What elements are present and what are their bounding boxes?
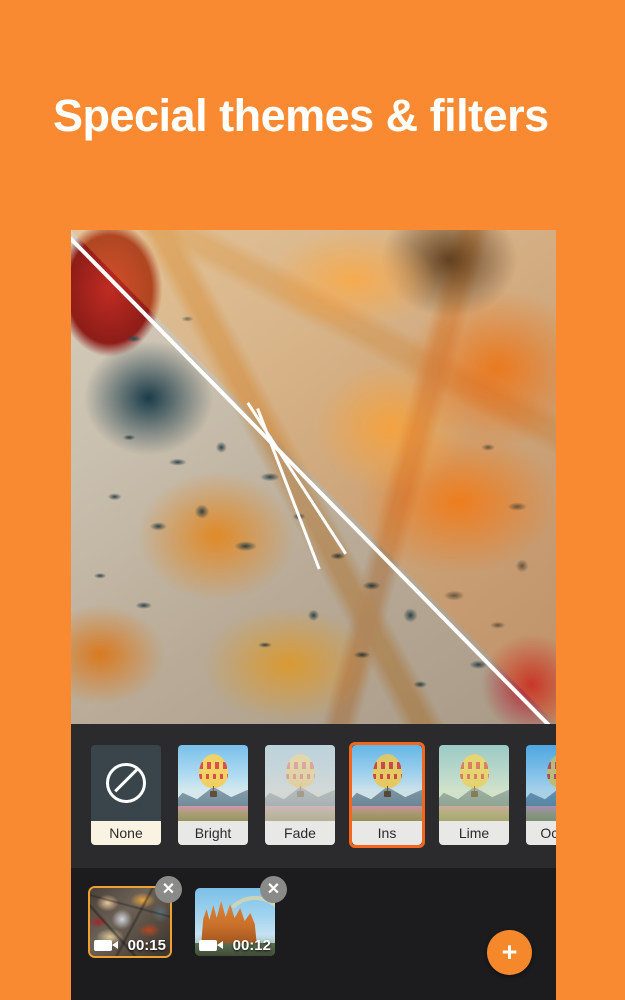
filter-grade-overlay <box>439 745 509 821</box>
video-preview[interactable] <box>71 230 556 724</box>
video-editor-app: None Bright Fade Ins Lime O 00:15 ✕ 00:1… <box>71 230 556 1000</box>
clip-duration: 00:15 <box>127 937 166 954</box>
filter-label: Ins <box>352 821 422 845</box>
filter-thumbnail <box>352 745 422 821</box>
filter-label: Lime <box>439 821 509 845</box>
filter-label: None <box>91 821 161 845</box>
clip-timeline[interactable]: 00:15 ✕ 00:12 ✕ + <box>71 868 556 1000</box>
promo-screen: Special themes & filters None Bright Fad… <box>0 0 625 1000</box>
filter-thumbnail <box>265 745 335 821</box>
clip-duration: 00:12 <box>232 937 271 954</box>
filter-thumbnail <box>439 745 509 821</box>
clip-remove-button[interactable]: ✕ <box>155 876 182 903</box>
filter-grade-overlay <box>526 745 556 821</box>
filter-item-ins[interactable]: Ins <box>349 742 425 848</box>
clip-item[interactable]: 00:15 ✕ <box>88 876 182 958</box>
clip-remove-button[interactable]: ✕ <box>260 876 287 903</box>
add-clip-button[interactable]: + <box>487 930 532 975</box>
filter-item-fade[interactable]: Fade <box>262 742 338 848</box>
clip-meta: 00:12 <box>199 938 271 953</box>
filter-item-lime[interactable]: Lime <box>436 742 512 848</box>
video-camera-icon <box>94 940 118 951</box>
filter-grade-overlay <box>265 745 335 821</box>
filter-list: None Bright Fade Ins Lime O <box>88 742 556 848</box>
clip-item[interactable]: 00:12 ✕ <box>193 876 287 958</box>
filter-thumbnail <box>526 745 556 821</box>
video-camera-icon <box>199 940 223 951</box>
filter-strip[interactable]: None Bright Fade Ins Lime O <box>71 724 556 868</box>
filter-thumbnail <box>91 745 161 821</box>
clip-list: 00:15 ✕ 00:12 ✕ <box>88 876 287 958</box>
filter-grade-overlay <box>352 745 422 821</box>
page-title: Special themes & filters <box>53 90 549 141</box>
clip-meta: 00:15 <box>94 938 166 953</box>
filter-item-none[interactable]: None <box>88 742 164 848</box>
filter-item-ocean[interactable]: Ocean <box>523 742 556 848</box>
no-filter-swatch <box>91 745 161 821</box>
filter-label: Bright <box>178 821 248 845</box>
filter-label: Ocean <box>526 821 556 845</box>
filter-grade-overlay <box>178 745 248 821</box>
filter-label: Fade <box>265 821 335 845</box>
filter-thumbnail <box>178 745 248 821</box>
no-filter-icon <box>106 763 146 803</box>
filter-item-bright[interactable]: Bright <box>175 742 251 848</box>
